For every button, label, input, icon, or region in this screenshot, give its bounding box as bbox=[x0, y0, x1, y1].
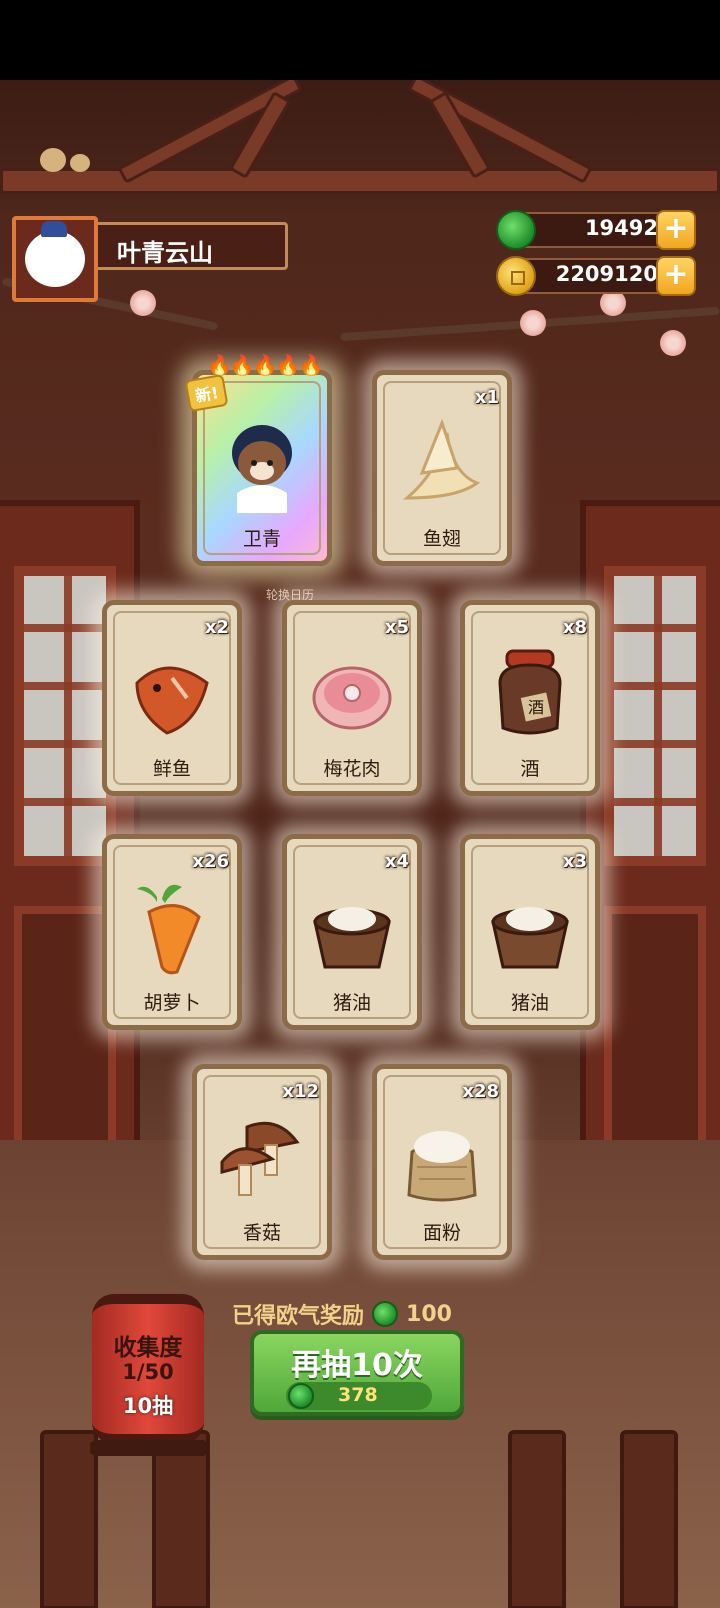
card-quantity: x5 bbox=[384, 617, 409, 638]
card-label: 梅花肉 bbox=[323, 758, 381, 780]
item-card[interactable]: x4 猪油 bbox=[282, 834, 422, 1030]
item-card[interactable]: x1 鱼翅 bbox=[372, 370, 512, 566]
railing-post bbox=[620, 1430, 678, 1608]
card-quantity: x12 bbox=[282, 1081, 319, 1102]
lard-icon bbox=[491, 907, 569, 969]
luck-reward: 已得欧气奖励 100 bbox=[232, 1298, 452, 1330]
card-label: 酒 bbox=[520, 758, 540, 780]
card-label: 鲜鱼 bbox=[152, 758, 191, 780]
coin-value: 2209120 bbox=[555, 262, 658, 286]
new-badge: 新! bbox=[184, 373, 229, 413]
player-name: 叶青云山 bbox=[117, 239, 213, 267]
flour-sack-icon bbox=[407, 1131, 477, 1202]
railing-post bbox=[508, 1430, 566, 1608]
shark-fin-icon bbox=[402, 418, 481, 500]
status-bar-area bbox=[0, 0, 720, 80]
pork-icon bbox=[312, 666, 392, 730]
lard-icon bbox=[313, 907, 391, 969]
draw-cost: 378 bbox=[338, 1384, 378, 1406]
card-quantity: x28 bbox=[462, 1081, 499, 1102]
item-card[interactable]: x26 胡萝卜 bbox=[102, 834, 242, 1030]
draw-again-label: 再抽10次 bbox=[291, 1348, 423, 1383]
card-quantity: x1 bbox=[474, 387, 499, 408]
jade-value: 19492 bbox=[584, 216, 658, 240]
card-quantity: x3 bbox=[562, 851, 587, 872]
wine-jar-icon: 酒 bbox=[498, 649, 562, 735]
collection-lantern-button[interactable]: 收集度 1/50 10抽 bbox=[92, 1294, 204, 1444]
jar-label: 酒 bbox=[528, 698, 544, 717]
avatar[interactable] bbox=[12, 216, 98, 302]
fish-icon bbox=[135, 666, 209, 735]
cat-avatar-icon bbox=[25, 221, 85, 287]
right-door bbox=[580, 500, 720, 1220]
door-lattice bbox=[604, 566, 706, 866]
draw-again-button[interactable]: 再抽10次 378 bbox=[250, 1330, 464, 1416]
railing-post bbox=[152, 1430, 210, 1608]
reward-value: 100 bbox=[406, 1301, 452, 1327]
card-label: 面粉 bbox=[422, 1222, 461, 1244]
card-quantity: x8 bbox=[562, 617, 587, 638]
jade-icon bbox=[496, 210, 536, 250]
chick-decoration bbox=[70, 154, 90, 172]
add-jade-button[interactable]: + bbox=[656, 210, 696, 250]
card-label: 鱼翅 bbox=[422, 528, 461, 550]
jade-icon bbox=[288, 1383, 314, 1409]
coin-icon bbox=[496, 256, 536, 296]
card-quantity: x2 bbox=[204, 617, 229, 638]
jade-currency: 19492 + bbox=[496, 210, 696, 250]
item-card[interactable]: x12 香菇 bbox=[192, 1064, 332, 1260]
cost-bar: 378 bbox=[286, 1382, 432, 1410]
card-quantity: x4 bbox=[384, 851, 409, 872]
card-label: 猪油 bbox=[510, 992, 549, 1014]
coin-currency: 2209120 + bbox=[496, 256, 696, 296]
card-label: 卫青 bbox=[242, 528, 281, 550]
add-coin-button[interactable]: + bbox=[656, 256, 696, 296]
star-flames-icon: 🔥🔥🔥🔥🔥 bbox=[207, 353, 324, 377]
item-card[interactable]: x5 梅花肉 bbox=[282, 600, 422, 796]
mushroom-icon bbox=[220, 1121, 300, 1196]
card-label: 猪油 bbox=[332, 992, 371, 1014]
item-card[interactable]: x28 面粉 bbox=[372, 1064, 512, 1260]
item-card[interactable]: x3 猪油 bbox=[460, 834, 600, 1030]
collection-draws: 10抽 bbox=[122, 1394, 174, 1418]
hero-portrait-icon bbox=[232, 425, 292, 513]
reward-label: 已得欧气奖励 bbox=[232, 1304, 365, 1329]
roof-beam bbox=[0, 168, 720, 194]
chick-decoration bbox=[40, 148, 66, 172]
item-card[interactable]: x8 酒 酒 bbox=[460, 600, 600, 796]
player-badge[interactable]: 叶青云山 bbox=[12, 216, 288, 302]
card-label: 胡萝卜 bbox=[143, 992, 201, 1014]
jade-icon bbox=[372, 1301, 399, 1327]
collection-progress: 1/50 bbox=[122, 1360, 174, 1384]
door-lattice bbox=[14, 566, 116, 866]
blossom-decoration bbox=[660, 330, 686, 356]
lantern-stand bbox=[90, 1440, 208, 1456]
roof-background bbox=[0, 80, 720, 210]
railing-post bbox=[40, 1430, 98, 1608]
hero-card[interactable]: 🔥🔥🔥🔥🔥 新! 卫青 bbox=[184, 353, 332, 566]
collection-title: 收集度 bbox=[113, 1335, 183, 1361]
carrot-icon bbox=[137, 884, 201, 975]
card-quantity: x26 bbox=[192, 851, 229, 872]
player-name-bar: 叶青云山 bbox=[86, 222, 288, 270]
item-card[interactable]: x2 鲜鱼 bbox=[102, 600, 242, 796]
blossom-decoration bbox=[520, 310, 546, 336]
card-label: 香菇 bbox=[242, 1222, 281, 1244]
